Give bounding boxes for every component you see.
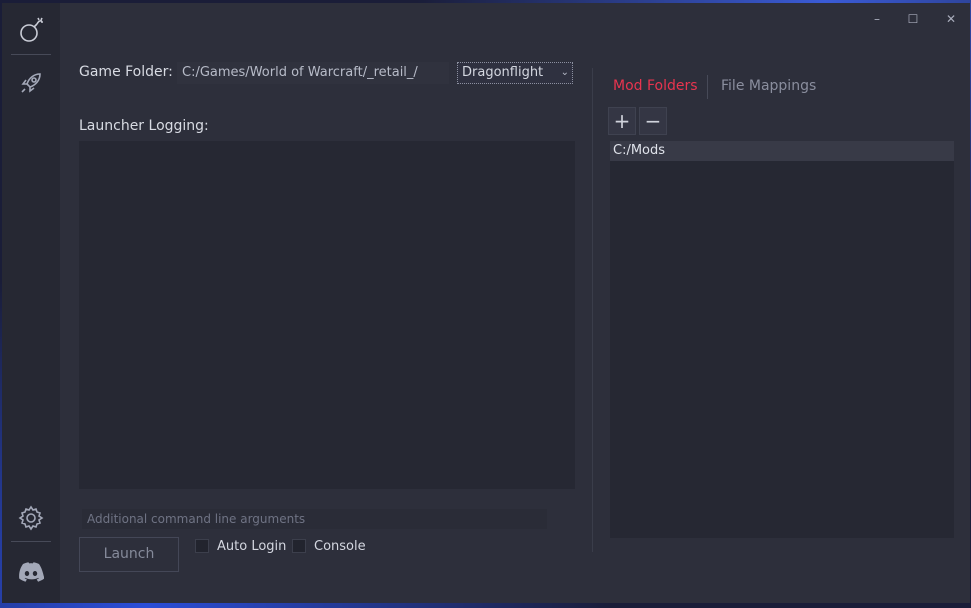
bomb-icon bbox=[20, 17, 43, 42]
minus-icon: − bbox=[644, 109, 662, 133]
game-folder-label: Game Folder: bbox=[79, 64, 173, 80]
launcher-log-output[interactable] bbox=[79, 141, 575, 489]
auto-login-label: Auto Login bbox=[217, 538, 287, 554]
sidebar bbox=[2, 3, 60, 603]
auto-login-checkbox[interactable]: Auto Login bbox=[195, 538, 286, 554]
game-folder-input[interactable]: C:/Games/World of Warcraft/_retail_/ bbox=[177, 62, 449, 84]
sidebar-divider bbox=[11, 541, 51, 542]
close-button[interactable]: ✕ bbox=[936, 9, 966, 29]
command-line-args-input[interactable]: Additional command line arguments bbox=[82, 509, 547, 529]
game-flavor-value: Dragonflight bbox=[462, 65, 544, 80]
console-label: Console bbox=[314, 538, 366, 554]
maximize-button[interactable]: ☐ bbox=[898, 9, 928, 29]
sidebar-divider bbox=[11, 54, 51, 55]
tab-divider bbox=[707, 75, 708, 99]
app-window: – ☐ ✕ Game Folder: C:/Games/World of War… bbox=[2, 3, 970, 603]
rocket-icon bbox=[21, 73, 41, 93]
sidebar-item-discord[interactable] bbox=[13, 554, 49, 590]
chevron-down-icon: ⌄ bbox=[560, 67, 569, 78]
tab-mod-folders[interactable]: Mod Folders bbox=[613, 78, 698, 94]
sidebar-item-mods[interactable] bbox=[13, 12, 49, 48]
panel-divider bbox=[592, 68, 593, 552]
mod-folders-list[interactable]: C:/Mods bbox=[610, 141, 954, 538]
console-checkbox[interactable]: Console bbox=[292, 538, 366, 554]
gear-icon bbox=[18, 505, 44, 531]
list-item[interactable]: C:/Mods bbox=[610, 141, 954, 161]
tab-file-mappings[interactable]: File Mappings bbox=[721, 78, 816, 94]
launcher-logging-label: Launcher Logging: bbox=[79, 118, 209, 134]
add-folder-button[interactable]: + bbox=[608, 107, 636, 135]
checkbox-box bbox=[292, 539, 306, 553]
discord-icon bbox=[19, 562, 44, 582]
launch-button[interactable]: Launch bbox=[79, 537, 179, 572]
game-flavor-select[interactable]: Dragonflight ⌄ bbox=[457, 62, 573, 84]
remove-folder-button[interactable]: − bbox=[639, 107, 667, 135]
sidebar-item-settings[interactable] bbox=[13, 500, 49, 536]
minimize-button[interactable]: – bbox=[862, 9, 892, 29]
sidebar-item-launcher[interactable] bbox=[13, 65, 49, 101]
checkbox-box bbox=[195, 539, 209, 553]
plus-icon: + bbox=[613, 109, 631, 133]
